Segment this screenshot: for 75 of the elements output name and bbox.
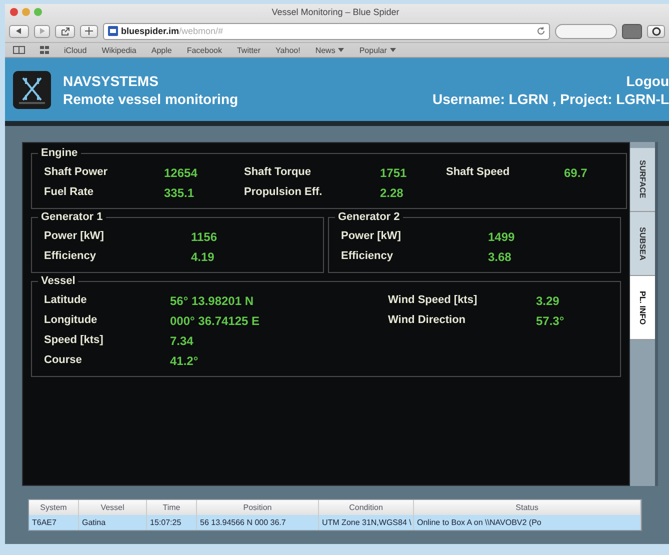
share-icon	[60, 26, 70, 36]
field-label: Propulsion Eff.	[244, 186, 324, 200]
user-project-text: Username: LGRN , Project: LGRN-L	[432, 90, 669, 106]
field-label: Power [kW]	[44, 230, 105, 244]
group-title: Vessel	[38, 275, 78, 287]
circle-icon	[652, 26, 660, 36]
table-cell: UTM Zone 31N,WGS84 \	[319, 515, 414, 530]
field-label: Shaft Power	[44, 166, 109, 180]
table-row[interactable]: T6AE7 Gatina 15:07:25 56 13.94566 N 000 36.7 UTM Zone 31N,WGS84 \ Online to Box A on \\NAVOBV2 (Po	[29, 515, 641, 530]
bookmark-link[interactable]: Facebook	[186, 46, 222, 54]
field-label: Speed [kts]	[44, 334, 104, 348]
table-cell: 56 13.94566 N 000 36.7	[197, 515, 319, 530]
group-title: Engine	[38, 147, 81, 159]
field-label: Power [kW]	[341, 230, 402, 244]
side-tab[interactable]: SURFACE	[630, 148, 655, 212]
field-value: 3.68	[488, 250, 512, 264]
field-value: 1499	[488, 230, 516, 244]
field-label: Shaft Speed	[446, 166, 511, 180]
bookmark-link[interactable]: Twitter	[236, 46, 261, 54]
field-value: 57.3°	[536, 314, 566, 328]
bookmark-link[interactable]: Apple	[151, 46, 172, 54]
app-subtitle: Remote vessel monitoring	[63, 90, 238, 106]
back-button[interactable]	[9, 24, 29, 38]
field-value: 335.1	[164, 186, 196, 200]
field-label: Course	[44, 354, 83, 368]
site-icon	[108, 26, 118, 36]
table-cell: Online to Box A on \\NAVOBV2 (Po	[414, 515, 641, 530]
address-field[interactable]: bluespider.im/webmon/#	[103, 22, 550, 40]
bookmark-link[interactable]: iCloud	[64, 46, 87, 54]
table-cell: T6AE7	[29, 515, 79, 530]
logout-link[interactable]: Logou	[626, 72, 669, 88]
photo-placeholder	[622, 24, 642, 38]
table-cell: Gatina	[79, 515, 147, 530]
url-text: bluespider.im/webmon/#	[121, 26, 224, 36]
reading-list-icon[interactable]	[13, 46, 25, 54]
grid-icon[interactable]	[40, 46, 49, 54]
field-value: 3.29	[536, 294, 560, 308]
field-value: 12654	[164, 166, 198, 180]
field-value: 56° 13.98201 N	[170, 294, 255, 308]
spider-logo-icon	[13, 70, 51, 108]
bookmark-link[interactable]: Wikipedia	[102, 46, 136, 54]
side-tab[interactable]: SUBSEA	[630, 212, 655, 276]
share-button[interactable]	[55, 24, 75, 38]
field-label: Shaft Torque	[244, 166, 312, 180]
bookmark-link[interactable]: Yahoo!	[276, 46, 300, 54]
field-label: Efficiency	[44, 250, 97, 264]
field-value: 7.34	[170, 334, 194, 348]
group-title: Generator 2	[335, 211, 403, 223]
side-tab[interactable]: PL. INFO	[630, 276, 655, 340]
field-value: 41.2°	[170, 354, 200, 368]
field-label: Wind Speed [kts]	[388, 294, 478, 308]
field-value: 4.19	[191, 250, 216, 264]
back-arrow-icon	[15, 27, 23, 35]
table-cell: 15:07:25	[147, 515, 197, 530]
field-value: 1751	[380, 166, 408, 180]
forward-button[interactable]	[34, 24, 50, 38]
window-title: Vessel Monitoring – Blue Spider	[270, 7, 400, 17]
brand-title: NAVSYSTEMS	[63, 72, 160, 88]
field-value: 000° 36.74125 E	[170, 314, 261, 328]
search-field[interactable]	[555, 24, 617, 38]
close-button[interactable]	[10, 8, 18, 16]
forward-arrow-icon	[38, 27, 46, 35]
reload-icon[interactable]	[537, 27, 545, 35]
field-label: Fuel Rate	[44, 186, 95, 200]
field-value: 69.7	[564, 166, 588, 180]
field-value: 2.28	[380, 186, 404, 200]
new-tab-button[interactable]	[80, 24, 98, 38]
plus-icon	[85, 27, 93, 35]
group-title: Generator 1	[38, 211, 106, 223]
downloads-button[interactable]	[647, 24, 665, 38]
field-label: Efficiency	[341, 250, 394, 264]
field-label: Longitude	[44, 314, 98, 328]
field-label: Latitude	[44, 294, 88, 308]
field-label: Wind Direction	[388, 314, 467, 328]
field-value: 1156	[191, 230, 218, 244]
